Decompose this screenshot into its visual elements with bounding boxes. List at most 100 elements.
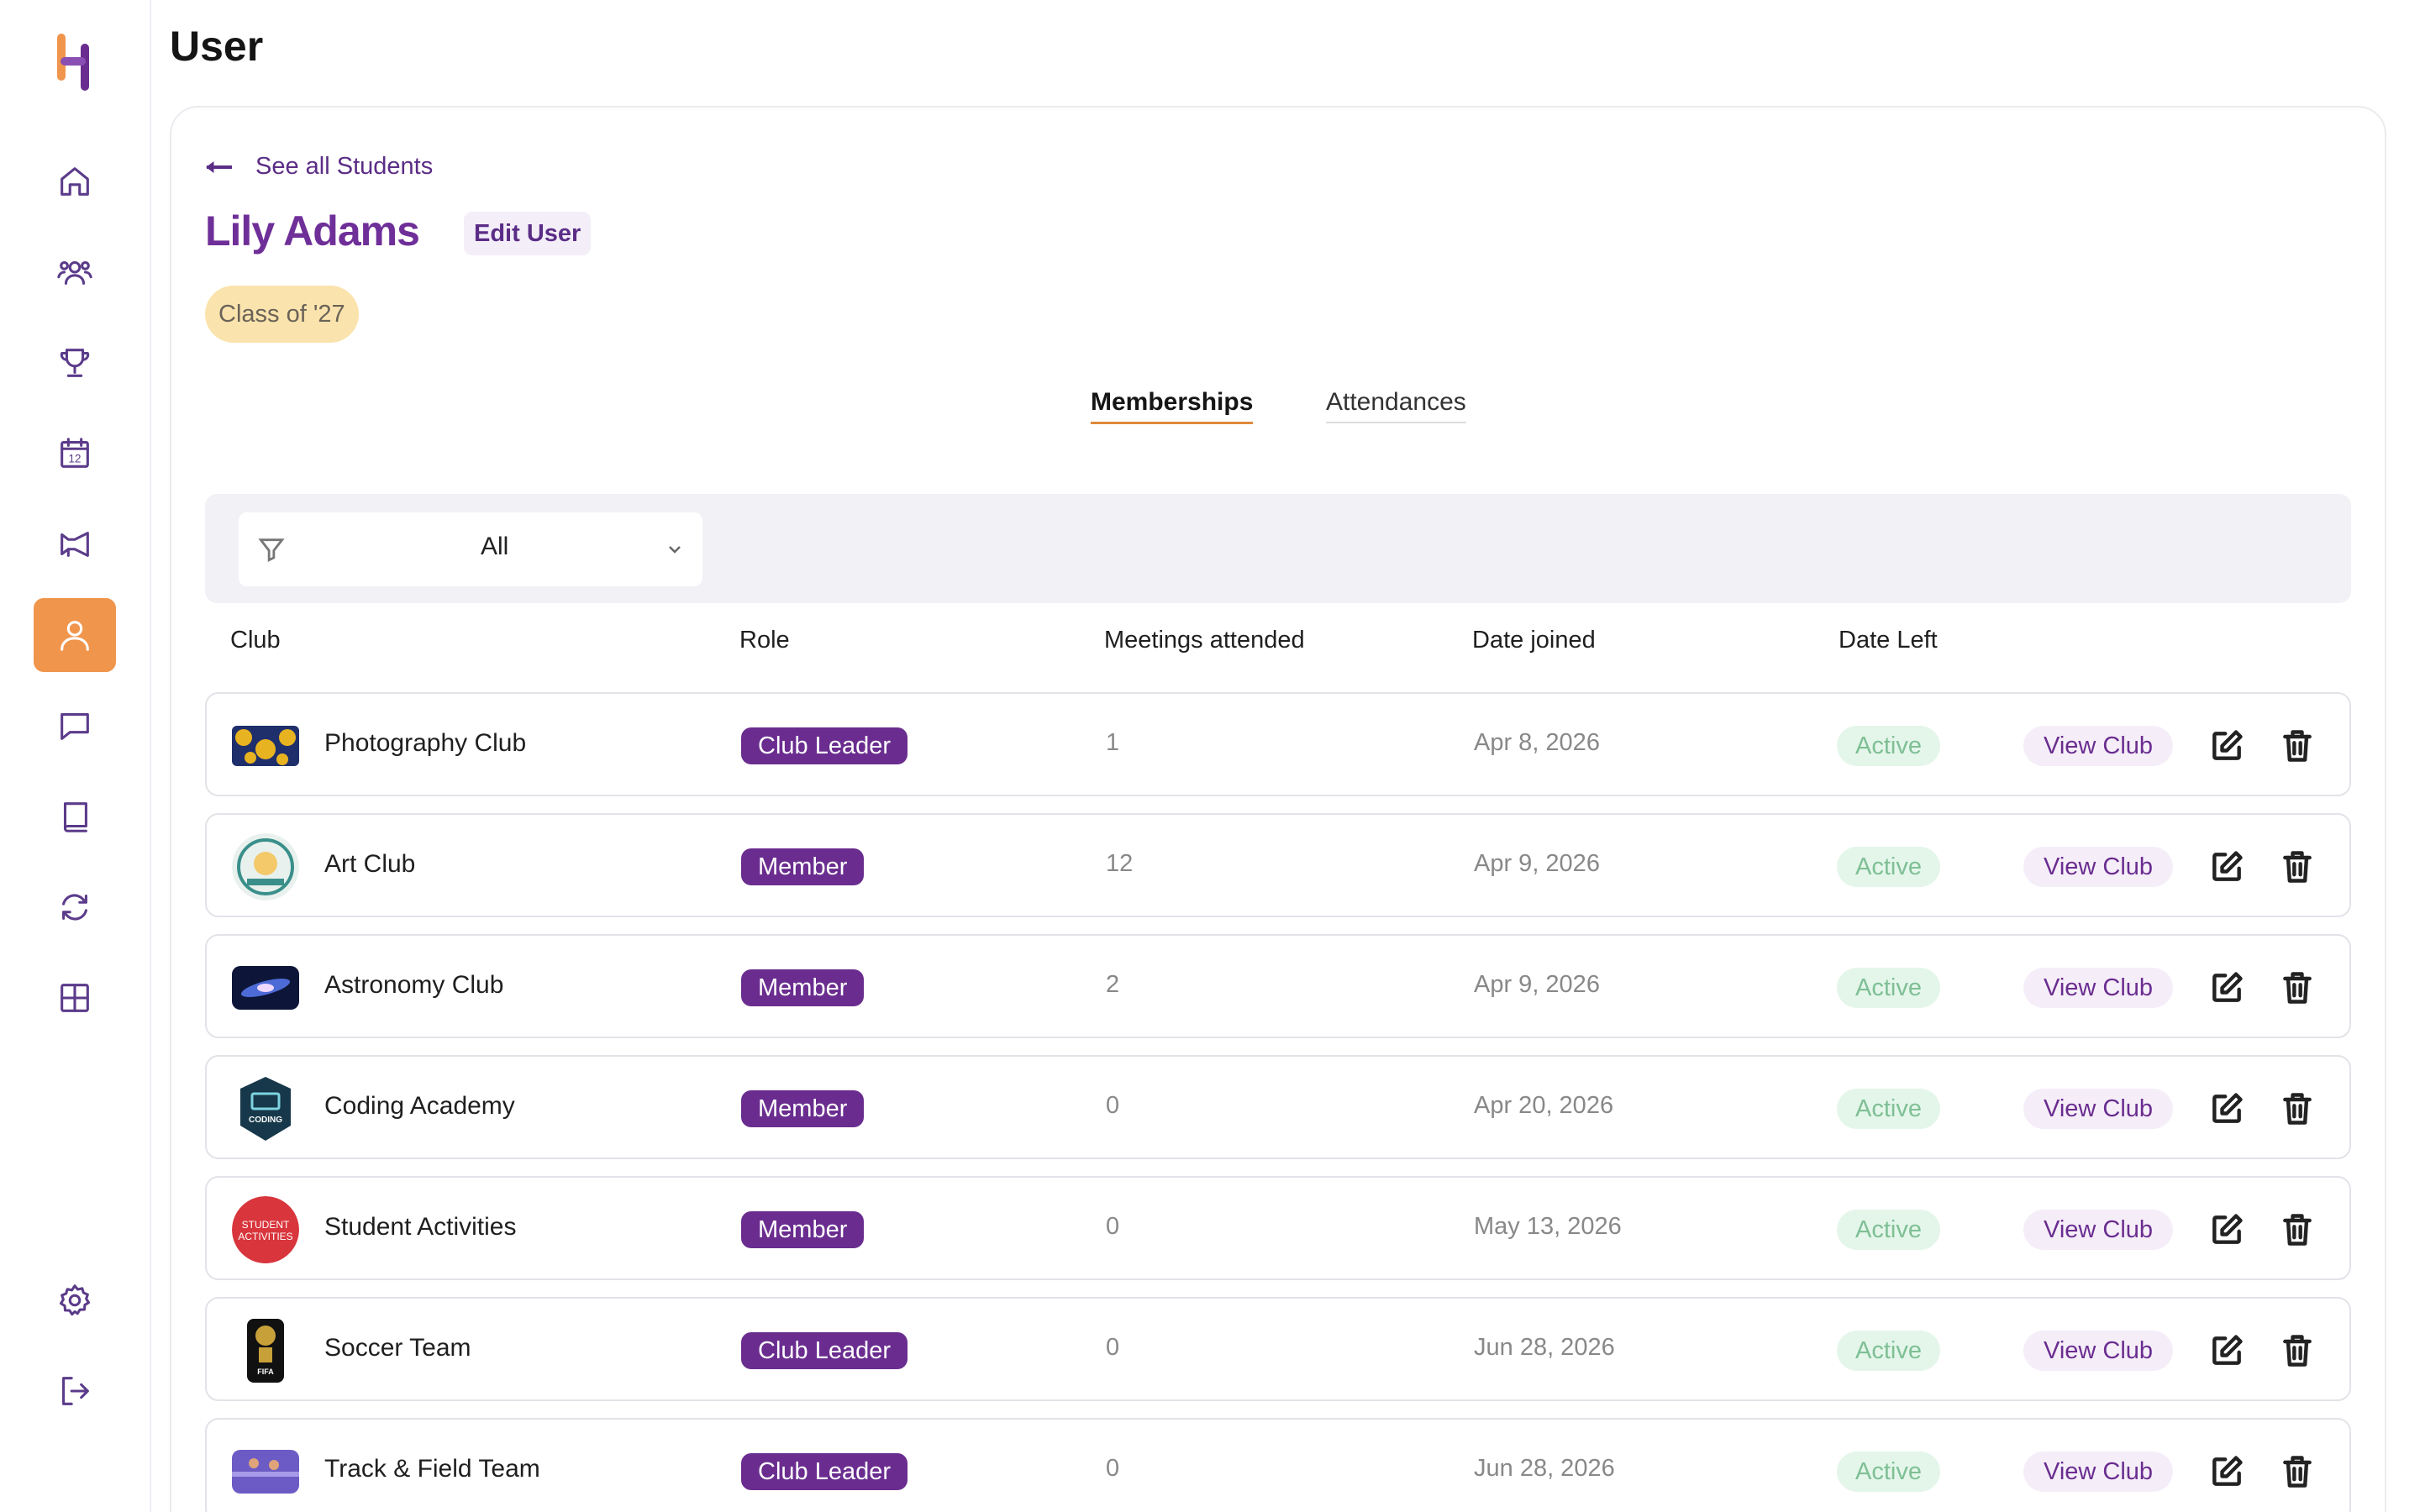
meetings-attended: 0 [1106,1213,1120,1240]
sidebar: 12 [0,0,151,1512]
trash-icon[interactable] [2279,1090,2316,1127]
svg-text:ACTIVITIES: ACTIVITIES [238,1231,292,1242]
date-joined: May 13, 2026 [1474,1213,1622,1240]
svg-text:FIFA: FIFA [257,1368,274,1376]
edit-icon[interactable] [2208,727,2245,764]
edit-icon[interactable] [2208,848,2245,885]
grid-icon [60,984,89,1012]
nav-announcements[interactable] [34,507,116,581]
column-header-club: Club [230,627,281,654]
users-icon [57,260,92,285]
table-row: CODING Coding Academy Member 0 Apr 20, 2… [205,1055,2351,1159]
status-badge: Active [1837,1331,1940,1371]
club-name: Photography Club [324,729,527,757]
svg-text:CODING: CODING [249,1116,282,1125]
column-header-role: Role [739,627,790,654]
trash-icon[interactable] [2279,727,2316,764]
nav-students[interactable] [34,235,116,309]
edit-icon[interactable] [2208,1453,2245,1490]
view-club-button[interactable]: View Club [2023,1331,2174,1371]
status-badge: Active [1837,1089,1940,1129]
view-club-button[interactable]: View Club [2023,968,2174,1008]
astronomy-club-logo [232,966,299,1010]
nav-clubs[interactable] [34,326,116,400]
column-header-date-left: Date Left [1839,627,1938,654]
status-badge: Active [1837,968,1940,1008]
role-badge: Club Leader [741,727,908,764]
class-badge: Class of '27 [205,286,359,343]
table-row: Astronomy Club Member 2 Apr 9, 2026 Acti… [205,934,2351,1038]
view-club-button[interactable]: View Club [2023,1452,2174,1492]
user-name: Lily Adams [205,207,420,255]
table-row: Track & Field Team Club Leader 0 Jun 28,… [205,1418,2351,1512]
view-club-button[interactable]: View Club [2023,1210,2174,1250]
nav-logout[interactable] [34,1354,116,1428]
role-badge: Club Leader [741,1332,908,1369]
filter-select[interactable]: All [239,512,702,586]
page-title: User [170,23,264,70]
meetings-attended: 0 [1106,1334,1120,1361]
edit-icon[interactable] [2208,969,2245,1006]
art-club-logo [232,833,299,900]
logout-icon [62,1377,89,1405]
club-name: Astronomy Club [324,971,504,999]
table-row: Art Club Member 12 Apr 9, 2026 Active Vi… [205,813,2351,917]
filter-selected-value: All [481,533,509,560]
nav-home[interactable] [34,144,116,218]
book-icon [63,802,87,832]
club-name: Coding Academy [324,1092,515,1120]
status-badge: Active [1837,726,1940,766]
edit-user-button[interactable]: Edit User [464,212,592,255]
view-club-button[interactable]: View Club [2023,847,2174,887]
edit-icon[interactable] [2208,1332,2245,1369]
nav-messages[interactable] [34,689,116,763]
edit-icon[interactable] [2208,1090,2245,1127]
nav-dashboard[interactable] [34,961,116,1035]
column-header-meetings: Meetings attended [1104,627,1305,654]
meetings-attended: 12 [1106,850,1134,877]
chat-icon [60,713,89,740]
coding-academy-logo: CODING [240,1077,291,1141]
tab-memberships[interactable]: Memberships [1091,388,1254,424]
nav-resources[interactable] [34,780,116,853]
trash-icon[interactable] [2279,1332,2316,1369]
club-name: Student Activities [324,1213,517,1241]
back-link-label: See all Students [255,153,434,180]
tab-attendances[interactable]: Attendances [1326,388,1466,423]
edit-icon[interactable] [2208,1211,2245,1248]
app-logo[interactable] [55,32,92,92]
svg-text:12: 12 [69,453,82,465]
club-name: Soccer Team [324,1334,471,1362]
view-club-button[interactable]: View Club [2023,726,2174,766]
photography-club-logo [232,726,299,766]
track-field-team-logo [232,1450,299,1494]
status-badge: Active [1837,1452,1940,1492]
column-header-date-joined: Date joined [1472,627,1596,654]
megaphone-icon [60,532,89,557]
filter-bar: All [205,494,2351,603]
trash-icon[interactable] [2279,969,2316,1006]
trash-icon[interactable] [2279,1453,2316,1490]
meetings-attended: 0 [1106,1455,1120,1482]
status-badge: Active [1837,847,1940,887]
club-name: Track & Field Team [324,1455,540,1483]
role-badge: Club Leader [741,1453,908,1490]
nav-settings[interactable] [34,1263,116,1337]
trash-icon[interactable] [2279,1211,2316,1248]
table-row: Photography Club Club Leader 1 Apr 8, 20… [205,692,2351,796]
view-club-button[interactable]: View Club [2023,1089,2174,1129]
student-activities-logo: STUDENT ACTIVITIES [232,1196,299,1263]
role-badge: Member [741,969,865,1006]
date-joined: Jun 28, 2026 [1474,1334,1615,1361]
date-joined: Jun 28, 2026 [1474,1455,1615,1482]
nav-users[interactable] [34,598,116,672]
table-row: STUDENT ACTIVITIES Student Activities Me… [205,1176,2351,1280]
table-row: FIFA Soccer Team Club Leader 0 Jun 28, 2… [205,1297,2351,1401]
see-all-students-link[interactable]: See all Students [205,153,433,181]
meetings-attended: 0 [1106,1092,1120,1119]
nav-sync[interactable] [34,870,116,944]
filter-icon [258,538,285,563]
nav-calendar[interactable]: 12 [34,417,116,491]
trash-icon[interactable] [2279,848,2316,885]
trophy-icon [60,349,90,377]
